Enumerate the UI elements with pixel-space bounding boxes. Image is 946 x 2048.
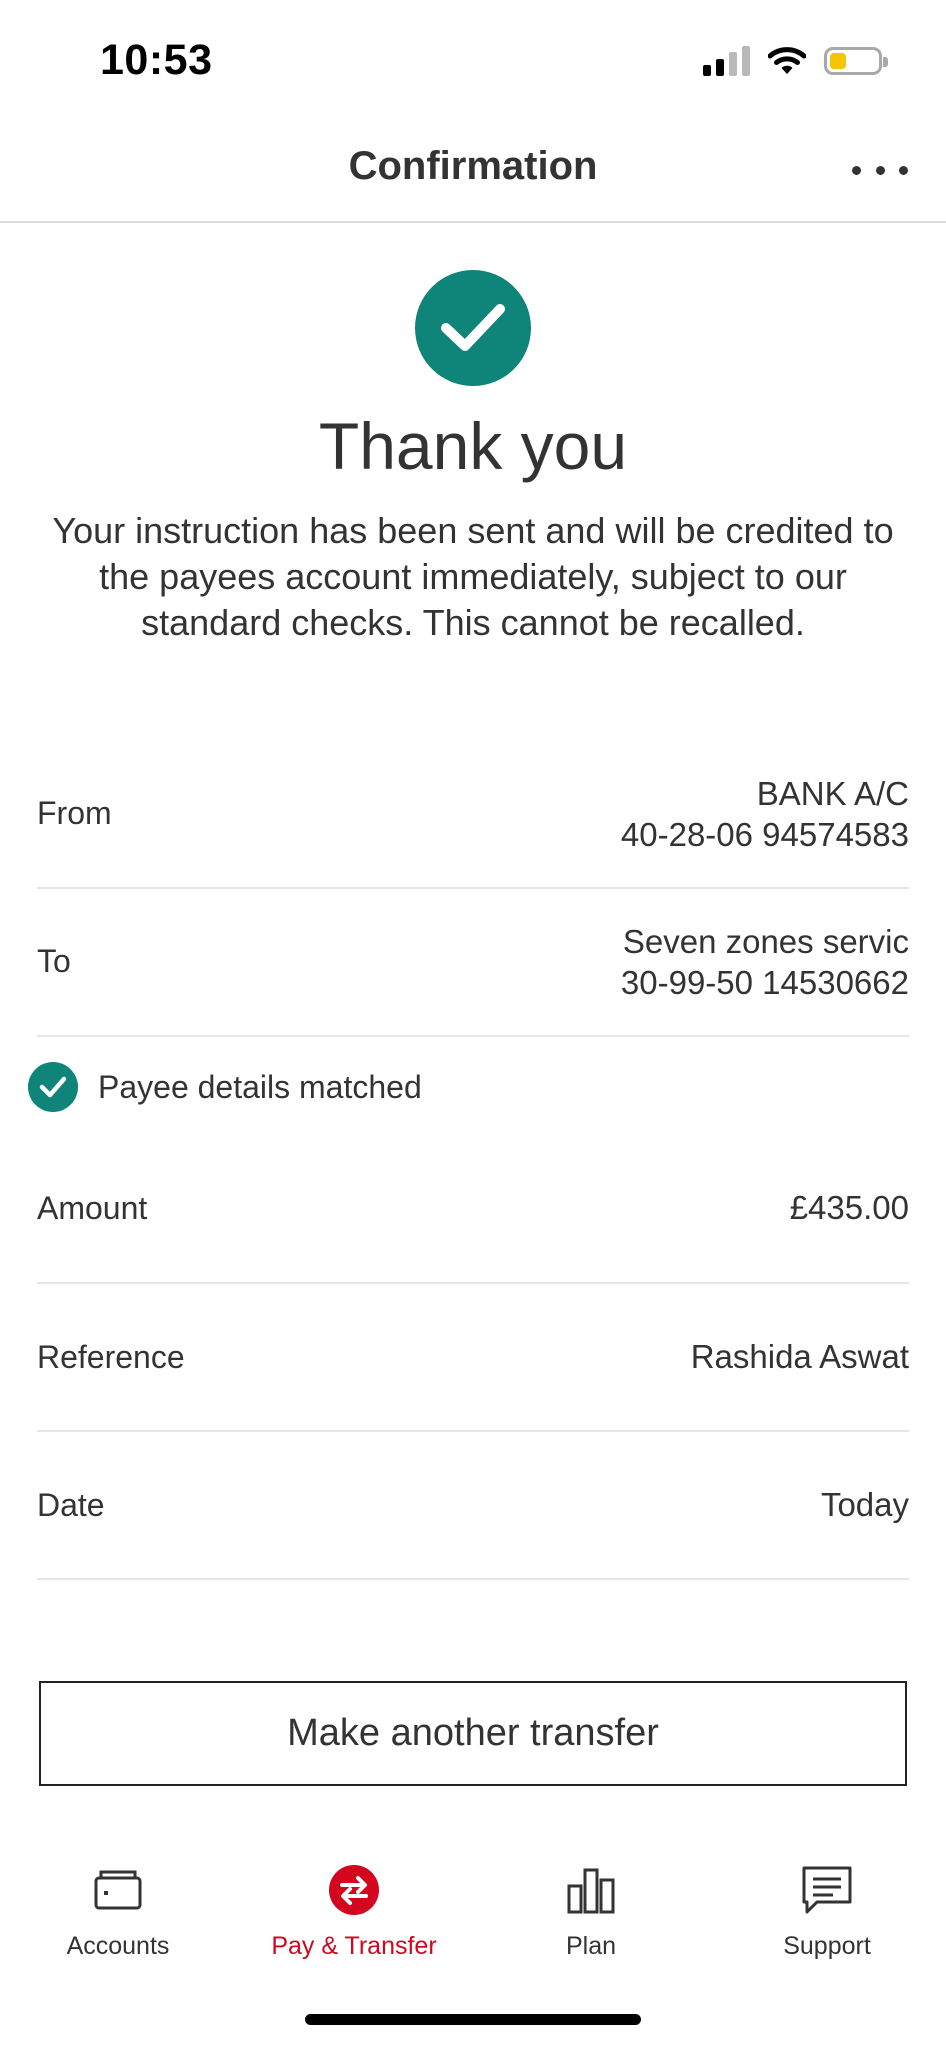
to-label: To: [37, 943, 71, 979]
make-another-transfer-button[interactable]: Make another transfer: [39, 1681, 907, 1786]
wallet-icon: [94, 1870, 142, 1910]
checkmark-icon: [415, 270, 531, 386]
reference-value: Rashida Aswat: [690, 1338, 909, 1375]
amount-row: Amount £435.00: [37, 1130, 909, 1284]
payee-match-label: Payee details matched: [98, 1068, 422, 1105]
check-circle-icon: [28, 1062, 78, 1112]
to-payee-name: Seven zones servic: [622, 923, 909, 960]
tab-plan-label: Plan: [565, 1932, 617, 1960]
to-value: Seven zones servic 30-99-50 14530662: [621, 921, 909, 1003]
page-title: Confirmation: [348, 144, 598, 188]
amount-label: Amount: [37, 1190, 148, 1226]
status-bar: 10:53: [0, 0, 946, 120]
date-label: Date: [37, 1487, 105, 1523]
nav-header: Confirmation: [0, 120, 946, 223]
tab-bar: Accounts Pay & Transfer Plan Support: [0, 1850, 946, 1970]
transfer-arrows-icon: [329, 1865, 379, 1915]
confirmation-heading: Thank you: [318, 409, 628, 483]
reference-row: Reference Rashida Aswat: [37, 1284, 909, 1432]
date-row: Date Today: [37, 1432, 909, 1580]
tab-pay-transfer[interactable]: Pay & Transfer: [254, 1850, 454, 1970]
battery-icon: [824, 47, 888, 75]
signal-icon: [703, 46, 750, 76]
tab-accounts[interactable]: Accounts: [18, 1850, 218, 1970]
wifi-icon: [768, 47, 806, 74]
chat-bubble-icon: [802, 1866, 852, 1914]
date-value: Today: [820, 1486, 909, 1523]
status-icons: [703, 46, 888, 76]
tab-accounts-label: Accounts: [66, 1932, 170, 1960]
from-row: From BANK A/C 40-28-06 94574583: [37, 765, 909, 889]
reference-label: Reference: [37, 1339, 185, 1375]
to-account-number: 30-99-50 14530662: [620, 964, 909, 1001]
status-time: 10:53: [100, 36, 213, 84]
home-indicator[interactable]: [305, 2014, 641, 2025]
to-row: To Seven zones servic 30-99-50 14530662: [37, 889, 909, 1037]
from-label: From: [37, 795, 112, 831]
from-account-number: 40-28-06 94574583: [620, 816, 909, 853]
payee-match-row: Payee details matched: [28, 1062, 422, 1112]
tab-plan[interactable]: Plan: [491, 1850, 691, 1970]
from-account-name: BANK A/C: [756, 775, 909, 812]
more-options-icon: [852, 165, 861, 175]
bar-chart-icon: [567, 1868, 615, 1914]
tab-support[interactable]: Support: [727, 1850, 927, 1970]
from-value: BANK A/C 40-28-06 94574583: [621, 773, 909, 855]
amount-value: £435.00: [789, 1189, 909, 1226]
more-options-button[interactable]: [852, 150, 908, 190]
tab-support-label: Support: [783, 1932, 871, 1960]
confirmation-message: Your instruction has been sent and will …: [52, 510, 894, 643]
tab-pay-transfer-label: Pay & Transfer: [271, 1932, 437, 1960]
